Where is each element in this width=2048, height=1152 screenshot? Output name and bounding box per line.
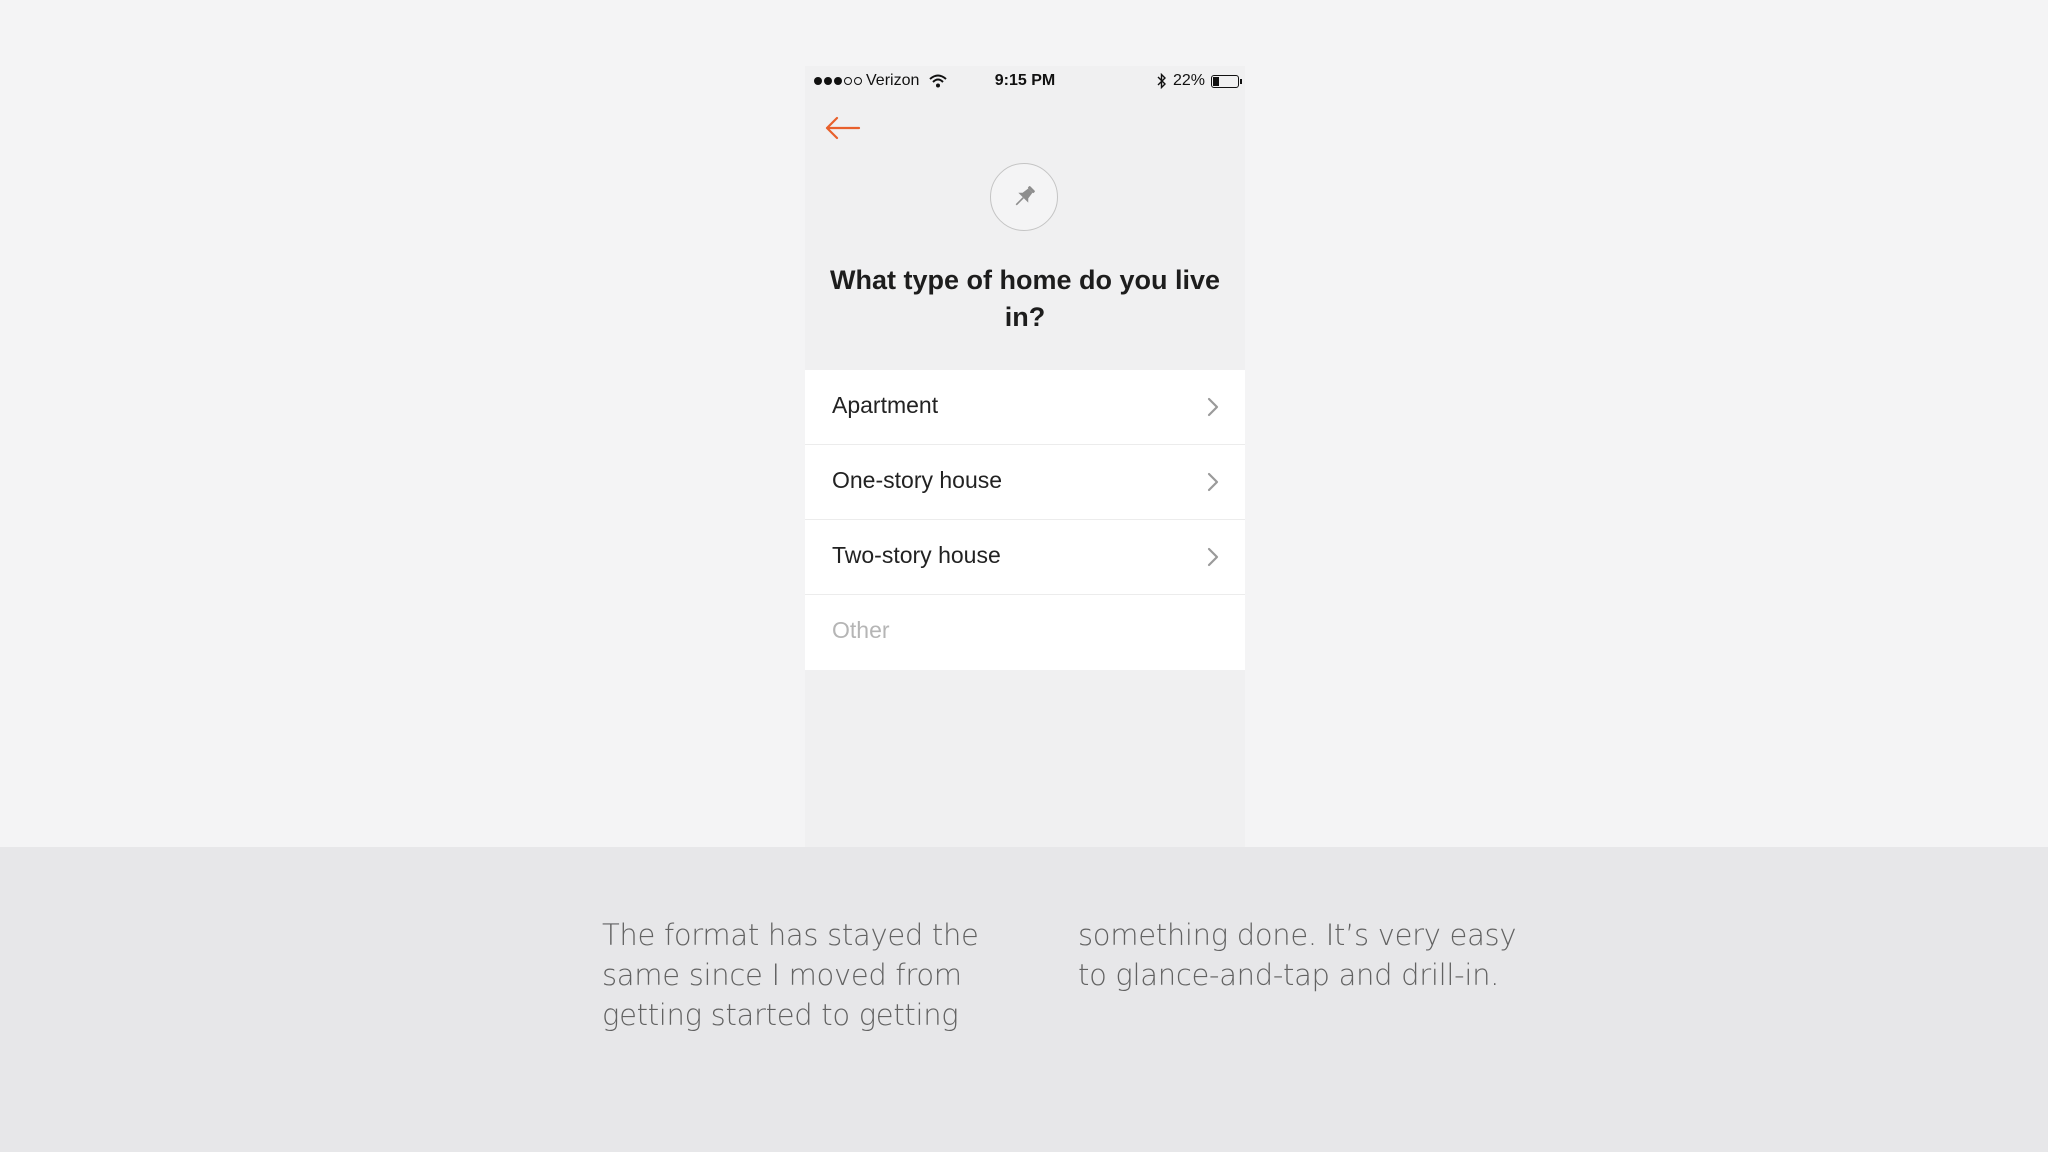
option-label: Apartment <box>832 392 939 418</box>
arrow-left-icon <box>825 116 861 140</box>
battery-level-fill <box>1213 76 1219 86</box>
chevron-right-icon <box>1207 472 1219 492</box>
home-type-options: Apartment One-story house Two-story hous… <box>805 370 1245 670</box>
battery-icon <box>1211 74 1242 88</box>
chevron-right-icon <box>1207 397 1219 417</box>
option-label: Two-story house <box>832 542 1001 568</box>
back-button[interactable] <box>823 110 863 146</box>
header-icon-circle <box>990 163 1058 231</box>
option-label: Other <box>832 617 890 643</box>
caption-right-column: something done. It’s very easy to glance… <box>1078 918 1517 992</box>
option-apartment[interactable]: Apartment <box>805 370 1245 445</box>
option-two-story-house[interactable]: Two-story house <box>805 520 1245 595</box>
chevron-right-icon <box>1207 547 1219 567</box>
caption-band <box>0 847 2048 1152</box>
pushpin-icon <box>1015 186 1035 206</box>
status-bar: Verizon 9:15 PM 22% <box>805 66 1245 96</box>
option-label: One-story house <box>832 467 1003 493</box>
page-title: What type of home do you live in? <box>829 265 1221 332</box>
phone-screen: Verizon 9:15 PM 22% What type of home do… <box>805 66 1245 847</box>
bluetooth-icon <box>1157 73 1166 89</box>
option-other-input[interactable]: Other <box>805 595 1245 670</box>
battery-percent: 22% <box>1172 72 1205 89</box>
status-right: 22% <box>1157 72 1242 90</box>
caption-left-column: The format has stayed the same since I m… <box>602 918 979 1032</box>
option-one-story-house[interactable]: One-story house <box>805 445 1245 520</box>
